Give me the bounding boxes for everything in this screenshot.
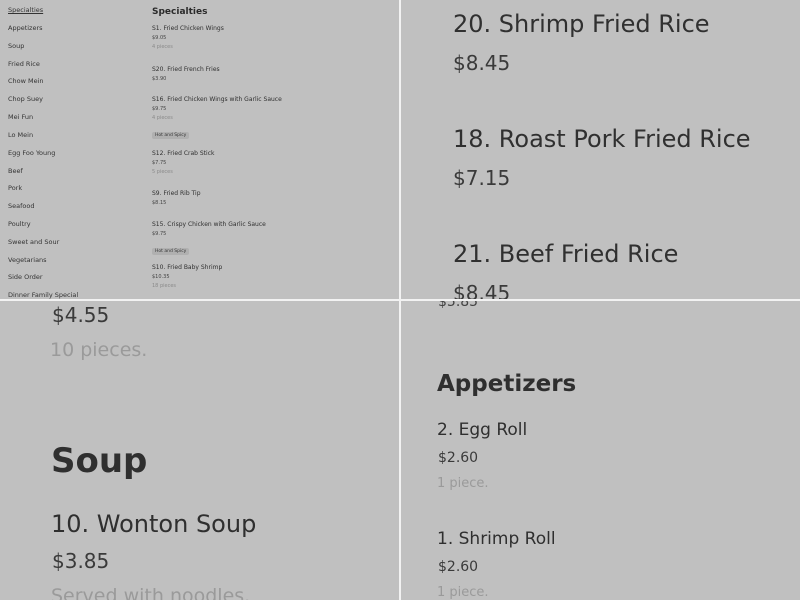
menu-item-desc: 4 pieces <box>152 44 173 50</box>
menu-item-price: $8.45 <box>453 281 511 299</box>
menu-item-price: $7.15 <box>453 166 511 190</box>
menu-item-name: S9. Fried Rib Tip <box>152 190 201 197</box>
menu-item-name: S1. Fried Chicken Wings <box>152 25 224 32</box>
sidebar-item-specialties[interactable]: Specialties <box>8 6 43 14</box>
menu-item-name[interactable]: 21. Beef Fried Rice <box>453 240 678 268</box>
menu-item[interactable]: S12. Fried Crab Stick $7.75 5 pieces <box>152 150 214 175</box>
menu-item[interactable]: S15. Crispy Chicken with Garlic Sauce $9… <box>152 221 266 256</box>
sidebar-item-egg-foo-young[interactable]: Egg Foo Young <box>8 149 55 157</box>
sidebar-item-chop-suey[interactable]: Chop Suey <box>8 95 43 103</box>
menu-item-price: $3.85 <box>52 549 110 573</box>
menu-item-desc: 10 pieces. <box>50 339 148 361</box>
horizontal-divider <box>0 299 800 301</box>
sidebar-item-vegetarians[interactable]: Vegetarians <box>8 256 47 264</box>
sidebar-item-fried-rice[interactable]: Fried Rice <box>8 60 40 68</box>
sidebar-item-mei-fun[interactable]: Mei Fun <box>8 113 33 121</box>
menu-item-price: $2.60 <box>438 450 479 466</box>
menu-item[interactable]: S16. Fried Chicken Wings with Garlic Sau… <box>152 96 282 140</box>
menu-item-price: $5.85 <box>438 301 479 310</box>
menu-item-price: $2.60 <box>438 559 479 575</box>
zoom-fried-rice-panel: 20. Shrimp Fried Rice $8.45 18. Roast Po… <box>401 0 800 299</box>
section-title-soup: Soup <box>51 441 148 481</box>
menu-item-price: $9.75 <box>152 106 167 112</box>
menu-item-price: $9.05 <box>152 35 167 41</box>
sidebar-item-lo-mein[interactable]: Lo Mein <box>8 131 33 139</box>
menu-overview-panel: Specialties Appetizers Soup Fried Rice C… <box>0 0 399 299</box>
menu-item-name[interactable]: 2. Egg Roll <box>437 420 527 440</box>
menu-item[interactable]: S10. Fried Baby Shrimp $10.35 18 pieces <box>152 264 222 289</box>
sidebar-item-seafood[interactable]: Seafood <box>8 202 34 210</box>
menu-item-name[interactable]: 10. Wonton Soup <box>51 510 256 538</box>
menu-item-name: S15. Crispy Chicken with Garlic Sauce <box>152 221 266 228</box>
menu-item-name[interactable]: 18. Roast Pork Fried Rice <box>453 125 751 153</box>
menu-item-name: S16. Fried Chicken Wings with Garlic Sau… <box>152 96 282 103</box>
zoom-appetizers-panel: $5.85 Appetizers 2. Egg Roll $2.60 1 pie… <box>401 301 800 600</box>
menu-item-desc: 1 piece. <box>437 476 489 491</box>
menu-item-price: $3.90 <box>152 76 167 82</box>
menu-item-name: S10. Fried Baby Shrimp <box>152 264 223 271</box>
menu-item-price: $9.75 <box>152 231 167 237</box>
menu-item-name: S20. Fried French Fries <box>152 66 220 73</box>
menu-item-name[interactable]: 1. Shrimp Roll <box>437 529 556 549</box>
menu-item[interactable]: S20. Fried French Fries $3.90 <box>152 66 220 82</box>
menu-item-desc: 1 piece. <box>437 585 489 600</box>
menu-item-price: $8.15 <box>152 200 167 206</box>
sidebar-item-poultry[interactable]: Poultry <box>8 220 31 228</box>
sidebar-item-appetizers[interactable]: Appetizers <box>8 24 43 32</box>
menu-item[interactable]: S1. Fried Chicken Wings $9.05 4 pieces <box>152 25 224 50</box>
menu-item-price: $8.45 <box>453 51 511 75</box>
spicy-tag: Hot and Spicy <box>152 248 190 255</box>
menu-item-desc: Served with noodles. <box>51 585 251 600</box>
sidebar-item-sweet-and-sour[interactable]: Sweet and Sour <box>8 238 59 246</box>
zoom-soup-panel: $4.55 10 pieces. Soup 10. Wonton Soup $3… <box>0 301 399 600</box>
menu-item-price: $10.35 <box>152 274 170 280</box>
menu-item-desc: 4 pieces <box>152 115 173 121</box>
menu-item-price: $4.55 <box>52 303 110 327</box>
menu-item-name[interactable]: 20. Shrimp Fried Rice <box>453 10 710 38</box>
menu-item-price: $7.75 <box>152 160 167 166</box>
sidebar-item-side-order[interactable]: Side Order <box>8 273 43 281</box>
sidebar-item-pork[interactable]: Pork <box>8 184 22 192</box>
menu-item-desc: 5 pieces <box>152 169 173 175</box>
sidebar-item-dinner-family-special[interactable]: Dinner Family Special <box>8 291 78 299</box>
sidebar-item-beef[interactable]: Beef <box>8 167 23 175</box>
spicy-tag: Hot and Spicy <box>152 132 190 139</box>
sidebar-item-chow-mein[interactable]: Chow Mein <box>8 77 44 85</box>
menu-item[interactable]: S9. Fried Rib Tip $8.15 <box>152 190 201 206</box>
menu-item-name: S12. Fried Crab Stick <box>152 150 215 157</box>
section-title-appetizers: Appetizers <box>437 371 577 397</box>
menu-item-desc: 18 pieces <box>152 283 177 289</box>
sidebar-item-soup[interactable]: Soup <box>8 42 24 50</box>
section-title-specialties: Specialties <box>152 7 208 17</box>
